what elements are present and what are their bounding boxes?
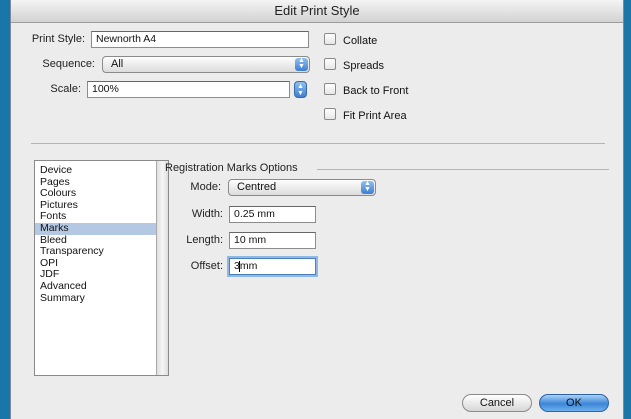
back-to-front-checkbox[interactable]: Back to Front	[324, 83, 408, 97]
fit-print-area-checkbox[interactable]: Fit Print Area	[324, 108, 407, 122]
collate-checkbox[interactable]: Collate	[324, 33, 377, 47]
length-field[interactable]: 10 mm	[229, 232, 316, 249]
mode-label: Mode:	[190, 181, 221, 193]
section-divider	[31, 143, 605, 144]
print-style-field[interactable]: Newnorth A4	[91, 31, 309, 48]
list-scrollbar[interactable]	[156, 161, 168, 375]
sequence-label: Sequence:	[42, 58, 95, 70]
back-to-front-label: Back to Front	[343, 85, 409, 97]
collate-label: Collate	[343, 35, 378, 47]
checkbox-icon	[324, 58, 336, 70]
edit-print-style-dialog: Edit Print Style Print Style: Newnorth A…	[10, 0, 624, 419]
window-title: Edit Print Style	[11, 0, 623, 23]
scale-field[interactable]: 100%	[87, 81, 290, 98]
list-item-advanced[interactable]: Advanced	[35, 280, 168, 293]
registration-group-title: Registration Marks Options	[165, 162, 298, 174]
scale-label: Scale:	[50, 83, 81, 95]
ok-button[interactable]: OK	[539, 394, 609, 412]
checkbox-icon	[324, 108, 336, 120]
list-item-marks[interactable]: Marks	[35, 222, 168, 235]
cancel-button[interactable]: Cancel	[462, 394, 532, 412]
sequence-value: All	[111, 58, 124, 70]
category-list[interactable]: Device Pages Colours Pictures Fonts Mark…	[34, 160, 169, 376]
offset-field[interactable]: 3mm	[229, 258, 316, 275]
fit-print-area-label: Fit Print Area	[343, 110, 407, 122]
offset-value-unit: mm	[239, 260, 258, 272]
print-style-label: Print Style:	[31, 33, 85, 45]
checkbox-icon	[324, 83, 336, 95]
group-rule	[317, 169, 609, 170]
offset-label: Offset:	[190, 260, 223, 272]
list-item-summary[interactable]: Summary	[35, 292, 168, 305]
mode-popup[interactable]: Centred ▲ ▼	[228, 179, 376, 196]
list-item-device[interactable]: Device	[35, 164, 168, 177]
length-label: Length:	[186, 234, 223, 246]
scale-stepper-icon[interactable]: ▲ ▼	[294, 81, 307, 98]
width-field[interactable]: 0.25 mm	[229, 206, 316, 223]
spreads-label: Spreads	[343, 60, 384, 72]
width-label: Width:	[191, 208, 223, 220]
popup-arrows-icon: ▲ ▼	[361, 180, 374, 194]
checkbox-icon	[324, 33, 336, 45]
sequence-popup[interactable]: All ▲ ▼	[102, 56, 310, 73]
list-item-transparency[interactable]: Transparency	[35, 246, 168, 258]
mode-value: Centred	[237, 181, 277, 193]
spreads-checkbox[interactable]: Spreads	[324, 58, 384, 72]
popup-arrows-icon: ▲ ▼	[295, 57, 308, 71]
